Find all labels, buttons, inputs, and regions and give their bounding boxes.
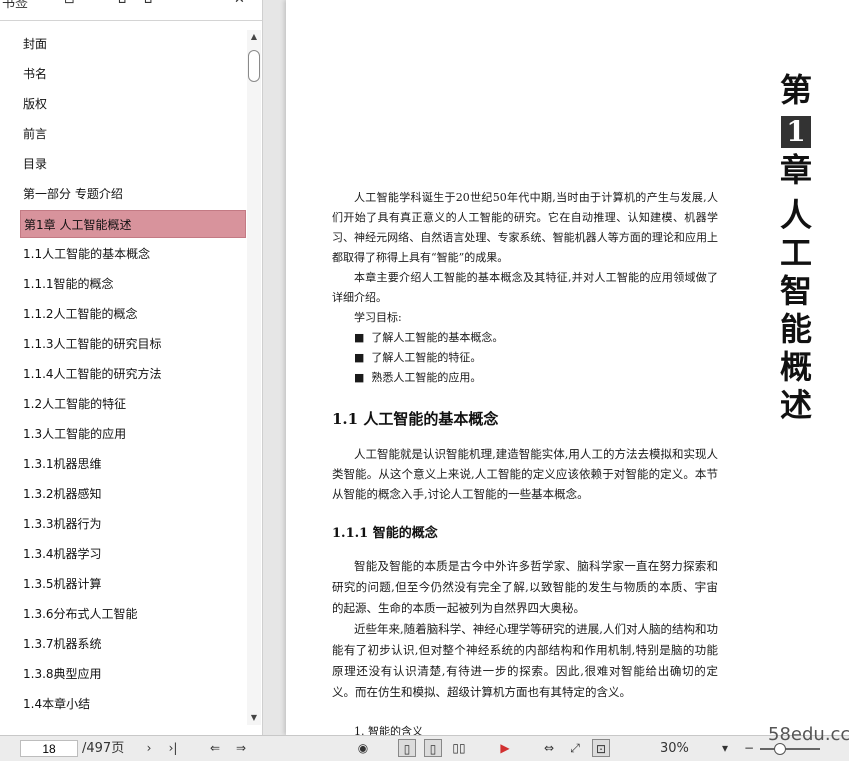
chapter-title-char: 概 (779, 348, 812, 386)
learning-goals-title: 学习目标: (354, 311, 402, 324)
continuous-view-icon[interactable]: ▯ (424, 739, 442, 757)
fit-page-icon[interactable]: ⤢ (566, 739, 584, 757)
chapter-title-char: 人 (779, 196, 812, 234)
intro-paragraph-1: 人工智能学科诞生于20世纪50年代中期,当时由于计算机的产生与发展,人们开始了具… (332, 191, 718, 264)
goal-text: 了解人工智能的特征。 (371, 351, 482, 364)
toc-item[interactable]: 封面 (20, 30, 246, 58)
toc-item[interactable]: 书名 (20, 60, 246, 88)
toc-item[interactable]: 1.1.1智能的概念 (20, 270, 246, 298)
goal-item: ■ 了解人工智能的基本概念。 (354, 331, 504, 344)
chapter-title-char: 述 (779, 386, 812, 424)
close-panel-icon[interactable]: ✕ (234, 0, 245, 7)
chapter-title-char: 工 (779, 234, 812, 272)
collapse-all-icon[interactable]: ⊟ (64, 0, 75, 7)
toc-item[interactable]: 1.3.5机器计算 (20, 570, 246, 598)
fit-width-icon[interactable]: ⇔ (540, 739, 558, 757)
chapter-title-char: 智 (779, 272, 812, 310)
subsection-heading: 1.1.1 智能的概念 (332, 526, 438, 541)
go-forward-icon[interactable]: ⇒ (232, 739, 250, 757)
section-paragraph: 人工智能就是认识智能机理,建造智能实体,用人工的方法去模拟和实现人类智能。从这个… (332, 447, 718, 501)
zoom-level: 30% (660, 741, 689, 756)
cut-off-line: 1. 智能的含义 (354, 725, 423, 735)
intro-paragraph-2: 本章主要介绍人工智能的基本概念及其特征,并对人工智能的应用领域做了详细介绍。 (332, 271, 718, 304)
actual-size-icon[interactable]: ⊡ (592, 739, 610, 757)
toc-item[interactable]: 1.1人工智能的基本概念 (20, 240, 246, 268)
scroll-down-arrow-icon[interactable]: ▼ (247, 711, 261, 725)
document-page: 第 1 章 人工智能概述 人工智能学科诞生于20世纪50年代中期,当时由于计算机… (286, 0, 849, 735)
toc-item[interactable]: 1.4本章小结 (20, 690, 246, 718)
bookmark-panel: 书签 ⊟ ⌂ ⌂ ✕ 封面书名版权前言目录第一部分 专题介绍第1章 人工智能概述… (0, 0, 263, 735)
goal-text: 了解人工智能的基本概念。 (371, 331, 504, 344)
zoom-out-icon[interactable]: − (740, 739, 758, 757)
toc-scrollbar[interactable]: ▲ ▼ (247, 30, 261, 725)
toc-item[interactable]: 1.3.3机器行为 (20, 510, 246, 538)
chapter-prefix: 第 (779, 71, 812, 109)
play-slideshow-icon[interactable]: ▶ (496, 739, 514, 757)
toc-item[interactable]: 1.3人工智能的应用 (20, 420, 246, 448)
toc-item[interactable]: 1.3.2机器感知 (20, 480, 246, 508)
bookmark-add-icon[interactable]: ⌂ (118, 0, 126, 7)
zoom-dropdown-icon[interactable]: ▾ (716, 739, 734, 757)
goal-item: ■ 熟悉人工智能的应用。 (354, 371, 482, 384)
zoom-slider[interactable] (760, 743, 820, 755)
bottom-toolbar: /497页 › ›| ⇐ ⇒ ◉ ▯ ▯ ▯▯ ▶ ⇔ ⤢ ⊡ 30% ▾ − (0, 735, 849, 761)
site-watermark: 58edu.cc (768, 724, 849, 745)
read-mode-eye-icon[interactable]: ◉ (354, 739, 372, 757)
total-pages-label: /497页 (82, 741, 125, 756)
bookmark-panel-header: 书签 ⊟ ⌂ ⌂ ✕ (0, 0, 262, 21)
toc-item[interactable]: 1.3.8典型应用 (20, 660, 246, 688)
page-number-input[interactable] (20, 740, 78, 757)
toc-item[interactable]: 1.3.4机器学习 (20, 540, 246, 568)
next-page-icon[interactable]: › (140, 739, 158, 757)
goal-item: ■ 了解人工智能的特征。 (354, 351, 482, 364)
subsection-paragraph-1: 智能及智能的本质是古今中外许多哲学家、脑科学家一直在努力探索和研究的问题,但至今… (332, 559, 718, 615)
toc-item[interactable]: 1.3.7机器系统 (20, 630, 246, 658)
toc-item[interactable]: 1.1.3人工智能的研究目标 (20, 330, 246, 358)
single-page-view-icon[interactable]: ▯ (398, 739, 416, 757)
section-heading: 1.1 人工智能的基本概念 (332, 410, 499, 428)
scroll-thumb[interactable] (248, 50, 260, 82)
chapter-suffix: 章 (779, 151, 812, 189)
chapter-number: 1 (781, 116, 811, 148)
chapter-title-char: 能 (779, 310, 812, 348)
toc-item[interactable]: 1.3.1机器思维 (20, 450, 246, 478)
toc-item[interactable]: 版权 (20, 90, 246, 118)
subsection-paragraph-2: 近些年来,随着脑科学、神经心理学等研究的进展,人们对人脑的结构和功能有了初步认识… (332, 622, 718, 699)
goal-text: 熟悉人工智能的应用。 (371, 371, 482, 384)
bookmark-options-icon[interactable]: ⌂ (144, 0, 152, 7)
toc-item[interactable]: 第1章 人工智能概述 (20, 210, 246, 238)
chapter-title: 人工智能概述 (776, 196, 816, 424)
toc-item[interactable]: 前言 (20, 120, 246, 148)
toc-item[interactable]: 1.2人工智能的特征 (20, 390, 246, 418)
toc-item[interactable]: 1.3.6分布式人工智能 (20, 600, 246, 628)
toc-item[interactable]: 第一部分 专题介绍 (20, 180, 246, 208)
last-page-icon[interactable]: ›| (164, 739, 182, 757)
scroll-up-arrow-icon[interactable]: ▲ (247, 30, 261, 44)
bookmark-panel-title: 书签 (2, 0, 29, 11)
two-page-view-icon[interactable]: ▯▯ (450, 739, 468, 757)
toc-item[interactable]: 目录 (20, 150, 246, 178)
toc-item[interactable]: 1.1.4人工智能的研究方法 (20, 360, 246, 388)
toc-item[interactable]: 1.1.2人工智能的概念 (20, 300, 246, 328)
go-back-icon[interactable]: ⇐ (206, 739, 224, 757)
chapter-label: 第 1 章 (776, 70, 816, 190)
